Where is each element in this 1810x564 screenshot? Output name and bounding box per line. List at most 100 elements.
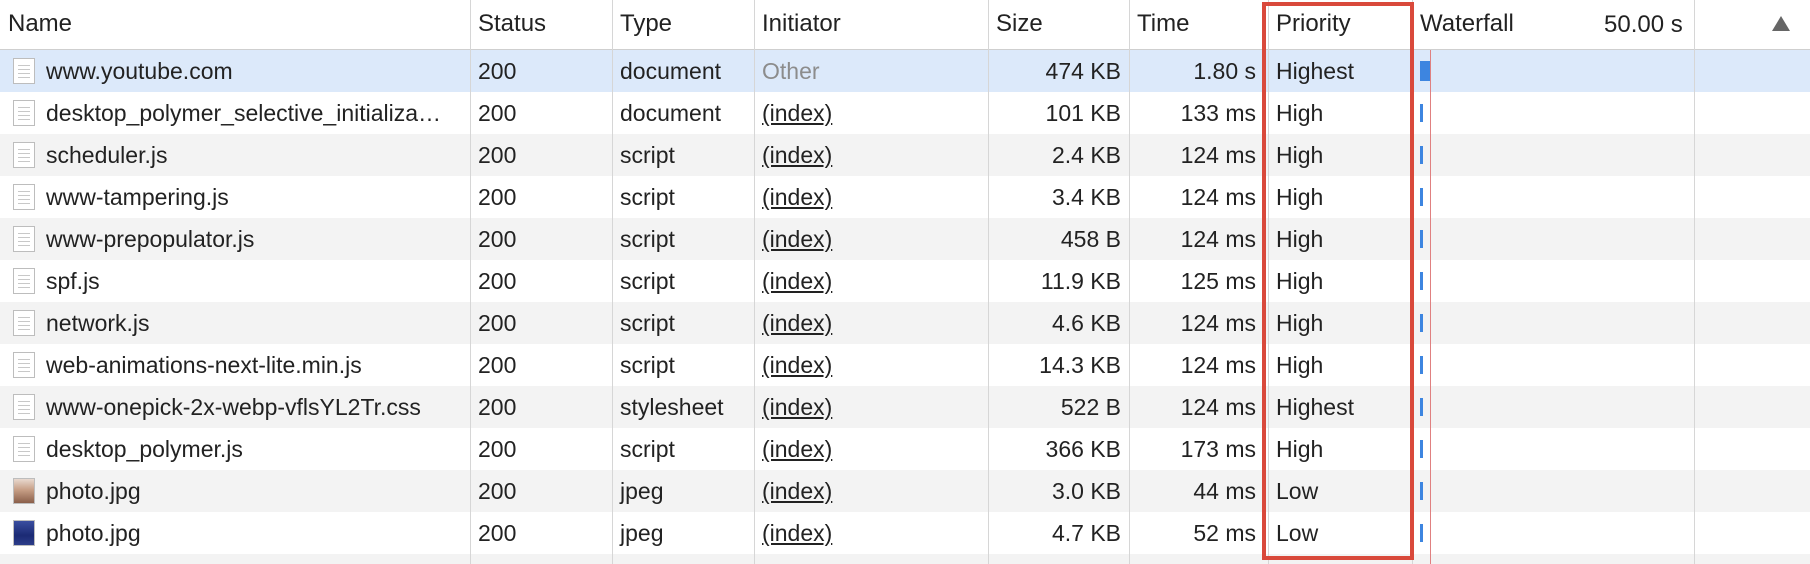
waterfall-bar[interactable]: [1420, 104, 1423, 122]
cell-time: 44 ms: [1193, 478, 1256, 504]
cell-initiator-link[interactable]: (index): [754, 386, 988, 428]
table-row[interactable]: scheduler.js 200 script (index) 2.4 KB 1…: [0, 134, 1810, 176]
cell-time: 124 ms: [1180, 310, 1256, 336]
cell-size: 3.0 KB: [1051, 478, 1121, 504]
cell-size: 101 KB: [1045, 100, 1121, 126]
table-row[interactable]: www-tampering.js 200 script (index) 3.4 …: [0, 176, 1810, 218]
cell-time: 124 ms: [1180, 352, 1256, 378]
cell-priority: Low: [1276, 478, 1319, 504]
cell-type: script: [620, 142, 675, 168]
table-row[interactable]: web-animations-next-lite.min.js 200 scri…: [0, 344, 1810, 386]
waterfall-bar[interactable]: [1420, 230, 1423, 248]
cell-priority: High: [1276, 352, 1324, 378]
waterfall-bar[interactable]: [1420, 188, 1423, 206]
cell-status: 200: [478, 310, 517, 336]
column-divider[interactable]: [1268, 0, 1269, 564]
cell-priority: Low: [1276, 520, 1319, 546]
cell-initiator-link[interactable]: (index): [754, 218, 988, 260]
cell-name: www-tampering.js: [46, 184, 229, 210]
waterfall-bar[interactable]: [1420, 314, 1423, 332]
cell-name: photo.jpg: [46, 478, 141, 504]
table-row[interactable]: www.youtube.com 200 document Other 474 K…: [0, 50, 1810, 92]
column-divider[interactable]: [612, 0, 613, 564]
cell-priority: Highest: [1276, 394, 1354, 420]
cell-name: scheduler.js: [46, 142, 168, 168]
waterfall-bar[interactable]: [1420, 524, 1423, 542]
table-row[interactable]: photo.jpg 200 jpeg (index) 4.7 KB 52 ms …: [0, 512, 1810, 554]
column-header-time[interactable]: Time: [1129, 0, 1264, 50]
cell-status: 200: [478, 268, 517, 294]
column-divider: [1694, 0, 1695, 564]
next-row-partial: [0, 554, 1810, 564]
cell-type: script: [620, 268, 675, 294]
column-divider[interactable]: [470, 0, 471, 564]
table-row[interactable]: www-onepick-2x-webp-vflsYL2Tr.css 200 st…: [0, 386, 1810, 428]
cell-status: 200: [478, 58, 517, 84]
cell-status: 200: [478, 478, 517, 504]
cell-priority: High: [1276, 184, 1324, 210]
cell-type: stylesheet: [620, 394, 724, 420]
table-row[interactable]: network.js 200 script (index) 4.6 KB 124…: [0, 302, 1810, 344]
cell-status: 200: [478, 142, 517, 168]
column-divider[interactable]: [1129, 0, 1130, 564]
column-header-priority[interactable]: Priority: [1268, 0, 1410, 50]
column-divider[interactable]: [754, 0, 755, 564]
cell-initiator-link[interactable]: (index): [754, 512, 988, 554]
cell-size: 4.7 KB: [1051, 520, 1121, 546]
cell-priority: High: [1276, 268, 1324, 294]
cell-type: document: [620, 100, 722, 126]
waterfall-bar[interactable]: [1420, 356, 1423, 374]
column-header-name[interactable]: Name: [0, 0, 470, 50]
waterfall-bar[interactable]: [1420, 440, 1423, 458]
cell-name: web-animations-next-lite.min.js: [46, 352, 362, 378]
column-header-initiator[interactable]: Initiator: [754, 0, 988, 50]
waterfall-bar[interactable]: [1420, 482, 1423, 500]
cell-size: 3.4 KB: [1051, 184, 1121, 210]
table-row[interactable]: desktop_polymer_selective_initializa… 20…: [0, 92, 1810, 134]
waterfall-time-scale: 50.00 s: [1604, 11, 1683, 38]
cell-priority: High: [1276, 142, 1324, 168]
cell-priority: Highest: [1276, 58, 1354, 84]
cell-initiator-link[interactable]: (index): [754, 176, 988, 218]
table-row[interactable]: spf.js 200 script (index) 11.9 KB 125 ms…: [0, 260, 1810, 302]
cell-initiator-link[interactable]: (index): [754, 92, 988, 134]
table-row[interactable]: desktop_polymer.js 200 script (index) 36…: [0, 428, 1810, 470]
cell-size: 522 B: [1060, 394, 1121, 420]
cell-time: 173 ms: [1180, 436, 1256, 462]
cell-type: document: [620, 58, 722, 84]
cell-initiator-link[interactable]: (index): [754, 260, 988, 302]
cell-status: 200: [478, 352, 517, 378]
cell-name: desktop_polymer.js: [46, 436, 243, 462]
column-divider[interactable]: [1412, 0, 1413, 564]
cell-status: 200: [478, 520, 517, 546]
cell-name: network.js: [46, 310, 150, 336]
cell-initiator-link[interactable]: (index): [754, 134, 988, 176]
waterfall-bar[interactable]: [1420, 61, 1430, 81]
cell-size: 458 B: [1060, 226, 1121, 252]
cell-size: 11.9 KB: [1040, 268, 1121, 294]
table-row[interactable]: www-prepopulator.js 200 script (index) 4…: [0, 218, 1810, 260]
waterfall-bar[interactable]: [1420, 272, 1423, 290]
cell-status: 200: [478, 226, 517, 252]
cell-time: 124 ms: [1180, 184, 1256, 210]
table-row[interactable]: photo.jpg 200 jpeg (index) 3.0 KB 44 ms …: [0, 470, 1810, 512]
cell-status: 200: [478, 184, 517, 210]
cell-time: 133 ms: [1180, 100, 1256, 126]
cell-initiator-link[interactable]: (index): [754, 470, 988, 512]
column-header-waterfall[interactable]: Waterfall: [1412, 0, 1602, 50]
cell-priority: High: [1276, 100, 1324, 126]
cell-size: 4.6 KB: [1051, 310, 1121, 336]
cell-name: desktop_polymer_selective_initializa…: [46, 100, 442, 126]
column-header-type[interactable]: Type: [612, 0, 754, 50]
cell-initiator-link[interactable]: (index): [754, 344, 988, 386]
cell-size: 474 KB: [1045, 58, 1121, 84]
column-header-status[interactable]: Status: [470, 0, 612, 50]
cell-initiator-link[interactable]: (index): [754, 302, 988, 344]
column-divider[interactable]: [988, 0, 989, 564]
sort-ascending-icon[interactable]: [1772, 16, 1790, 31]
waterfall-bar[interactable]: [1420, 146, 1423, 164]
cell-initiator-link[interactable]: (index): [754, 428, 988, 470]
waterfall-bar[interactable]: [1420, 398, 1423, 416]
cell-name: photo.jpg: [46, 520, 141, 546]
column-header-size[interactable]: Size: [988, 0, 1129, 50]
